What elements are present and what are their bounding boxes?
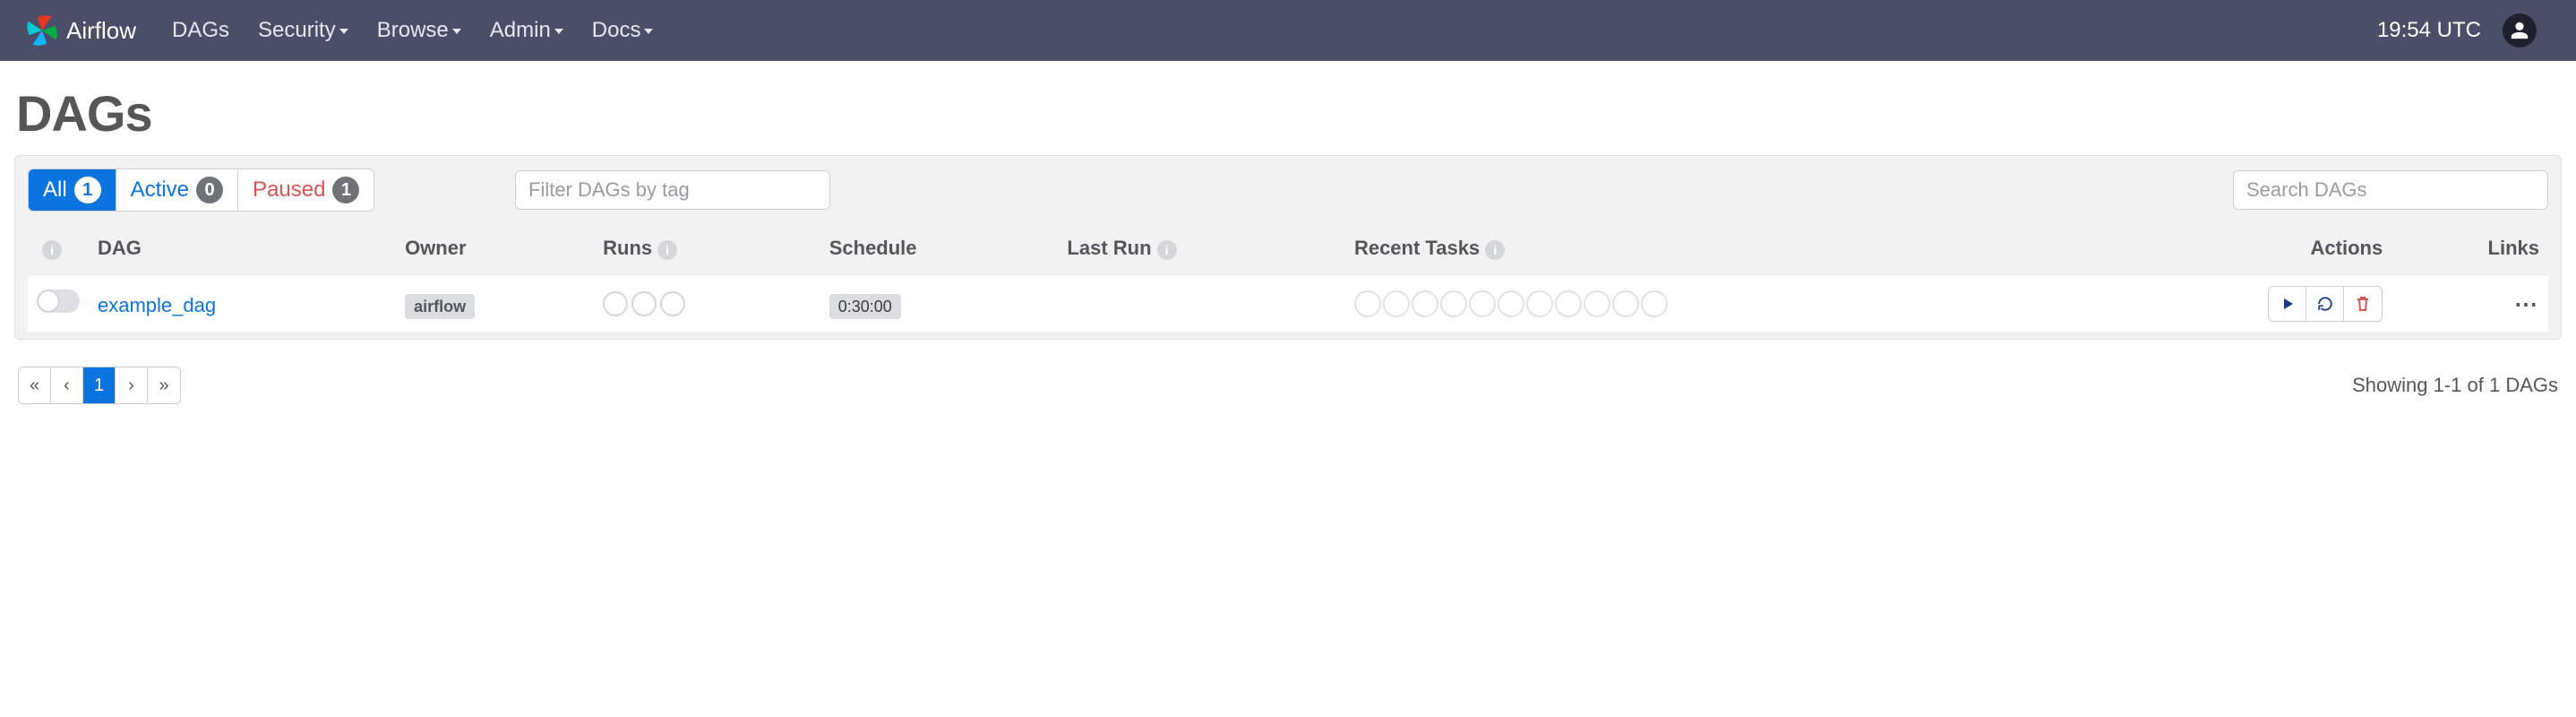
search-input[interactable] (2233, 170, 2548, 210)
delete-dag-button[interactable] (2344, 287, 2382, 321)
count-badge: 1 (332, 177, 359, 203)
filter-paused[interactable]: Paused1 (238, 169, 374, 211)
user-icon (2510, 21, 2529, 40)
dag-link[interactable]: example_dag (98, 294, 216, 316)
col-recent-tasks: Recent Tasksi (1345, 224, 2092, 275)
pager-btn[interactable]: ‹ (51, 367, 83, 403)
info-icon: i (42, 240, 62, 260)
task-status-dot (1641, 290, 1668, 317)
brand-text: Airflow (66, 17, 136, 45)
refresh-dag-button[interactable] (2306, 287, 2344, 321)
run-status-dot (603, 291, 628, 316)
caret-down-icon (452, 29, 461, 34)
task-status-dot (1383, 290, 1410, 317)
task-status-dot (1555, 290, 1582, 317)
showing-text: Showing 1-1 of 1 DAGs (2352, 374, 2558, 397)
dag-table: i DAG Owner Runsi Schedule Last Runi Rec… (28, 224, 2548, 333)
col-last-run: Last Runi (1058, 224, 1345, 275)
clock-text: 19:54 UTC (2377, 18, 2481, 43)
col-actions: Actions (2092, 224, 2391, 275)
airflow-logo-icon (23, 12, 61, 49)
pager-btn[interactable]: 1 (83, 367, 116, 403)
page: DAGs All1Active0Paused1 i DAG Owner Runs… (0, 61, 2576, 440)
panel: All1Active0Paused1 i DAG Owner Runsi Sch… (14, 155, 2562, 340)
user-menu[interactable] (2503, 13, 2537, 48)
caret-down-icon (644, 29, 653, 34)
tag-filter-input[interactable] (515, 170, 830, 210)
run-status-dot (631, 291, 657, 316)
task-status-dot (1354, 290, 1381, 317)
pager: «‹1›» (18, 367, 181, 404)
filter-all[interactable]: All1 (29, 169, 116, 211)
task-status-dot (1498, 290, 1524, 317)
task-status-dot (1469, 290, 1496, 317)
nav-item-browse[interactable]: Browse (377, 18, 461, 43)
col-schedule: Schedule (820, 224, 1059, 275)
col-dag: DAG (89, 224, 396, 275)
task-status-dot (1526, 290, 1553, 317)
info-icon: i (1485, 240, 1505, 260)
filter-active[interactable]: Active0 (116, 169, 238, 211)
status-filter-group: All1Active0Paused1 (28, 168, 374, 212)
info-icon: i (1157, 240, 1177, 260)
col-owner: Owner (396, 224, 594, 275)
footer-row: «‹1›» Showing 1-1 of 1 DAGs (14, 367, 2562, 404)
count-badge: 0 (196, 177, 223, 203)
col-links: Links (2391, 224, 2548, 275)
schedule-badge[interactable]: 0:30:00 (829, 294, 901, 319)
nav-left: DAGs Security Browse Admin Docs (172, 18, 653, 43)
owner-badge: airflow (405, 294, 475, 319)
caret-down-icon (339, 29, 348, 34)
clock[interactable]: 19:54 UTC (2377, 18, 2486, 43)
trigger-dag-button[interactable] (2269, 287, 2306, 321)
task-status-dot (1584, 290, 1610, 317)
task-status-dot (1612, 290, 1639, 317)
info-icon: i (657, 240, 677, 260)
table-row: example_dag airflow 0:30:00 ⋯ (28, 275, 2548, 333)
nav-item-dags[interactable]: DAGs (172, 18, 229, 43)
pager-btn[interactable]: › (116, 367, 148, 403)
pager-btn[interactable]: » (148, 367, 180, 403)
dag-pause-toggle[interactable] (37, 289, 80, 313)
count-badge: 1 (74, 177, 101, 203)
task-status-dot (1440, 290, 1467, 317)
nav-item-admin[interactable]: Admin (490, 18, 563, 43)
task-status-dot (1412, 290, 1438, 317)
run-status-dot (660, 291, 685, 316)
pager-btn[interactable]: « (19, 367, 51, 403)
more-links-button[interactable]: ⋯ (2514, 290, 2539, 317)
filter-row: All1Active0Paused1 (28, 168, 2548, 212)
nav-item-security[interactable]: Security (258, 18, 348, 43)
nav-item-docs[interactable]: Docs (592, 18, 654, 43)
caret-down-icon (554, 29, 563, 34)
col-runs: Runsi (594, 224, 820, 275)
page-title: DAGs (16, 84, 2562, 143)
brand[interactable]: Airflow (23, 12, 136, 49)
navbar: Airflow DAGs Security Browse Admin Docs 19:5… (0, 0, 2576, 61)
nav-right: 19:54 UTC (2377, 13, 2553, 48)
